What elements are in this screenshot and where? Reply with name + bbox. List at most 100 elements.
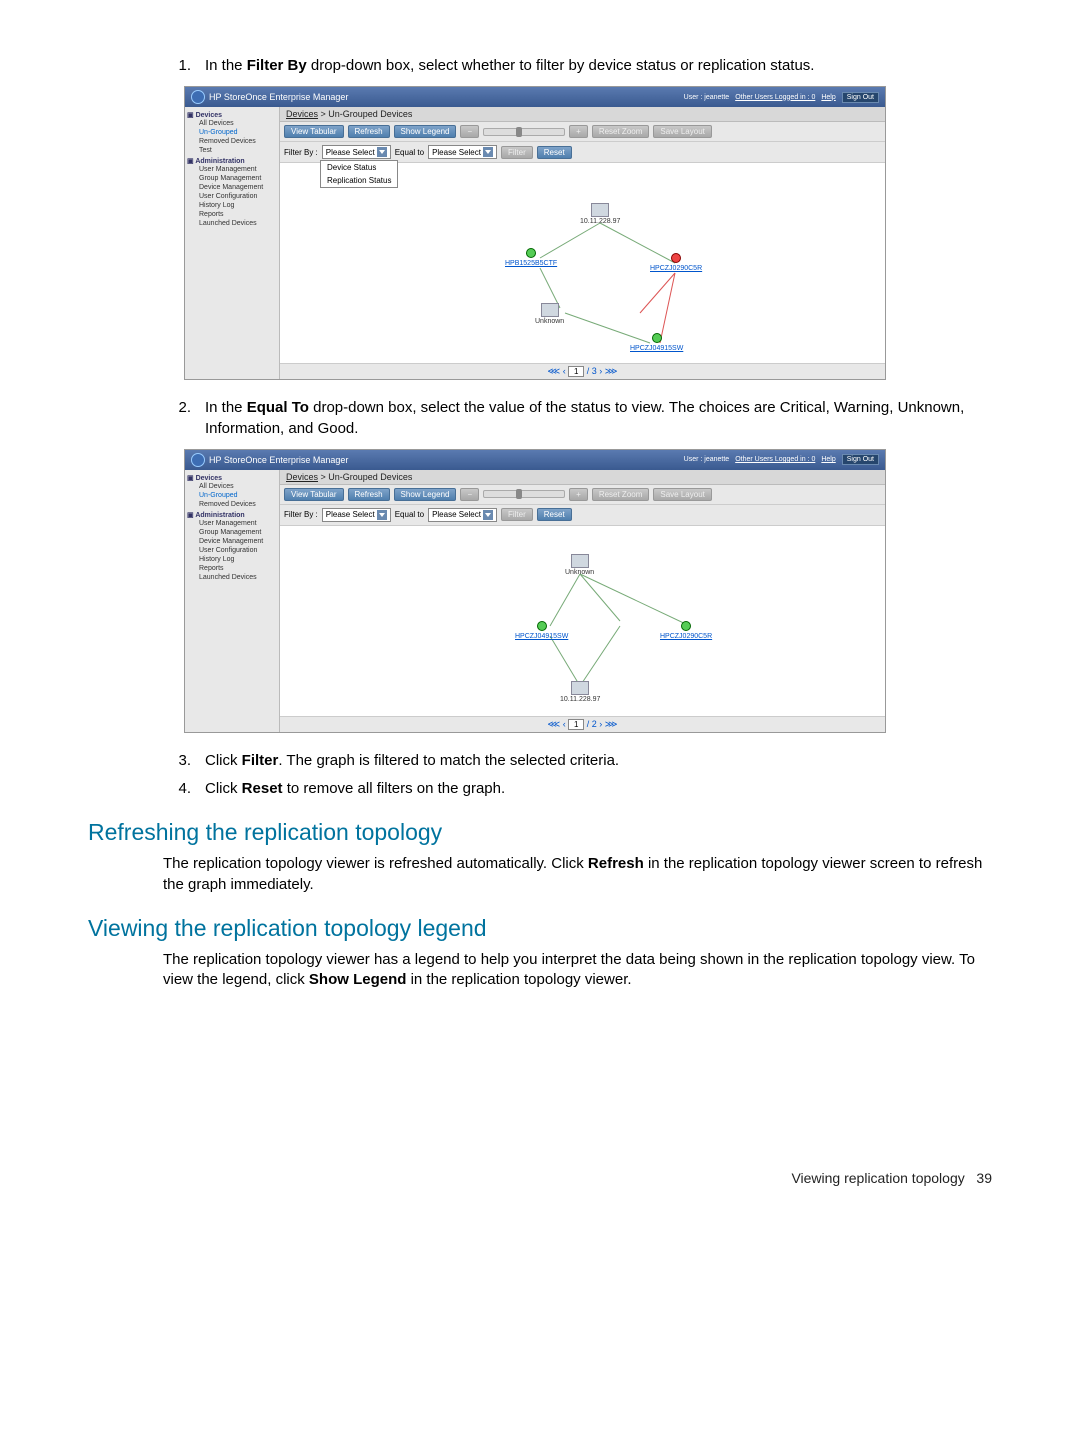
step-1-num: 1. [163,56,205,76]
pager-prev[interactable]: ‹ [563,719,566,729]
node-unknown[interactable]: Unknown [565,554,594,576]
sidebar-reports[interactable]: Reports [187,564,277,573]
pager-last[interactable]: ⋙ [605,366,618,376]
sidebar-groupmgmt[interactable]: Group Management [187,174,277,183]
reset-zoom-button[interactable]: Reset Zoom [592,125,650,138]
sidebar-usercfg[interactable]: User Configuration [187,546,277,555]
node-label: HPCZJ04915SW [515,633,568,640]
help-link[interactable]: Help [821,456,835,463]
step-2-body: In the Equal To drop-down box, select th… [205,398,992,439]
other-users[interactable]: Other Users Logged in : 0 [735,456,815,463]
sidebar-groupmgmt[interactable]: Group Management [187,528,277,537]
sidebar-ungrouped[interactable]: Un-Grouped [187,491,277,500]
sidebar-all[interactable]: All Devices [187,119,277,128]
save-layout-button[interactable]: Save Layout [653,488,711,501]
node-b2[interactable]: HPCZJ04915SW [515,621,568,640]
toolbar: View Tabular Refresh Show Legend − + Res… [280,122,885,142]
dd-device-status[interactable]: Device Status [321,161,397,174]
node-d2[interactable]: 10.11.228.97 [560,681,600,703]
step-4-body: Click Reset to remove all filters on the… [205,779,992,799]
node-e[interactable]: HPCZJ04915SW [630,333,683,352]
pager-first[interactable]: ⋘ [547,366,560,376]
bold: Refresh [588,855,644,872]
bc-current: Un-Grouped Devices [328,109,412,119]
view-tabular-button[interactable]: View Tabular [284,125,344,138]
sidebar-removed[interactable]: Removed Devices [187,500,277,509]
sidebar-history[interactable]: History Log [187,201,277,210]
bc-devices[interactable]: Devices [286,109,318,119]
node-b[interactable]: HPB1525B5CTF [505,248,557,267]
sidebar-launched[interactable]: Launched Devices [187,573,277,582]
equal-to-select[interactable]: Please Select [428,145,497,159]
pager-next[interactable]: › [599,719,602,729]
sidebar-devices[interactable]: ▣ Devices [187,474,277,482]
refresh-button[interactable]: Refresh [348,125,390,138]
sidebar-usermgmt[interactable]: User Management [187,165,277,174]
chevron-down-icon [483,510,493,520]
node-unknown-ip[interactable]: 10.11.228.97 [580,203,620,225]
other-users[interactable]: Other Users Logged in : 0 [735,94,815,101]
zoom-out-button[interactable]: − [460,488,479,501]
node-c[interactable]: HPCZJ0290C5R [650,253,702,272]
zoom-out-button[interactable]: − [460,125,479,138]
step-2-num: 2. [163,398,205,439]
sidebar-devmgmt[interactable]: Device Management [187,183,277,192]
equal-to-select[interactable]: Please Select [428,508,497,522]
chevron-down-icon [377,147,387,157]
topology-canvas[interactable]: 10.11.228.97 HPB1525B5CTF HPCZJ0290C5R U… [280,163,885,363]
sidebar-usermgmt[interactable]: User Management [187,519,277,528]
sidebar-devices[interactable]: ▣ Devices [187,111,277,119]
pager-next[interactable]: › [599,366,602,376]
pager-prev[interactable]: ‹ [563,366,566,376]
pager-current[interactable] [568,719,584,730]
signout-button[interactable]: Sign Out [842,92,879,103]
topology-canvas[interactable]: Unknown HPCZJ04915SW HPCZJ0290C5R 10.11.… [280,526,885,716]
hp-logo-icon [191,90,205,104]
sidebar-devmgmt[interactable]: Device Management [187,537,277,546]
help-link[interactable]: Help [821,94,835,101]
save-layout-button[interactable]: Save Layout [653,125,711,138]
pager-last[interactable]: ⋙ [605,719,618,729]
zoom-in-button[interactable]: + [569,125,588,138]
sidebar-usercfg[interactable]: User Configuration [187,192,277,201]
view-tabular-button[interactable]: View Tabular [284,488,344,501]
show-legend-button[interactable]: Show Legend [394,488,457,501]
sidebar-removed[interactable]: Removed Devices [187,137,277,146]
pager-total: / 2 [587,719,597,729]
filter-by-select[interactable]: Please Select [322,508,391,522]
sidebar-history[interactable]: History Log [187,555,277,564]
sidebar-test[interactable]: Test [187,146,277,155]
zoom-slider[interactable] [483,128,565,136]
reset-button[interactable]: Reset [537,146,572,159]
filter-by-select[interactable]: Please Select [322,145,391,159]
section-refreshing: Refreshing the replication topology [88,819,992,846]
sidebar-reports[interactable]: Reports [187,210,277,219]
status-bad-icon [671,253,681,263]
show-legend-button[interactable]: Show Legend [394,125,457,138]
signout-button[interactable]: Sign Out [842,454,879,465]
sidebar-admin[interactable]: ▣ Administration [187,157,277,165]
sidebar-ungrouped[interactable]: Un-Grouped [187,128,277,137]
pager: ⋘ ‹ / 2 › ⋙ [280,716,885,732]
reset-button[interactable]: Reset [537,508,572,521]
zoom-slider[interactable] [483,490,565,498]
pager-current[interactable] [568,366,584,377]
sidebar-all[interactable]: All Devices [187,482,277,491]
filter-button[interactable]: Filter [501,508,533,521]
pager-first[interactable]: ⋘ [547,719,560,729]
bold: Show Legend [309,971,407,988]
node-c2[interactable]: HPCZJ0290C5R [660,621,712,640]
sidebar-admin[interactable]: ▣ Administration [187,511,277,519]
refresh-button[interactable]: Refresh [348,488,390,501]
lbl: Administration [195,158,244,165]
node-d[interactable]: Unknown [535,303,564,325]
app-titlebar: HP StoreOnce Enterprise Manager User : j… [185,450,885,470]
sidebar-launched[interactable]: Launched Devices [187,219,277,228]
dd-replication-status[interactable]: Replication Status [321,174,397,187]
zoom-in-button[interactable]: + [569,488,588,501]
reset-zoom-button[interactable]: Reset Zoom [592,488,650,501]
bc-devices[interactable]: Devices [286,472,318,482]
filter-button[interactable]: Filter [501,146,533,159]
step-4: 4. Click Reset to remove all filters on … [163,779,992,799]
sep: > [318,109,328,119]
